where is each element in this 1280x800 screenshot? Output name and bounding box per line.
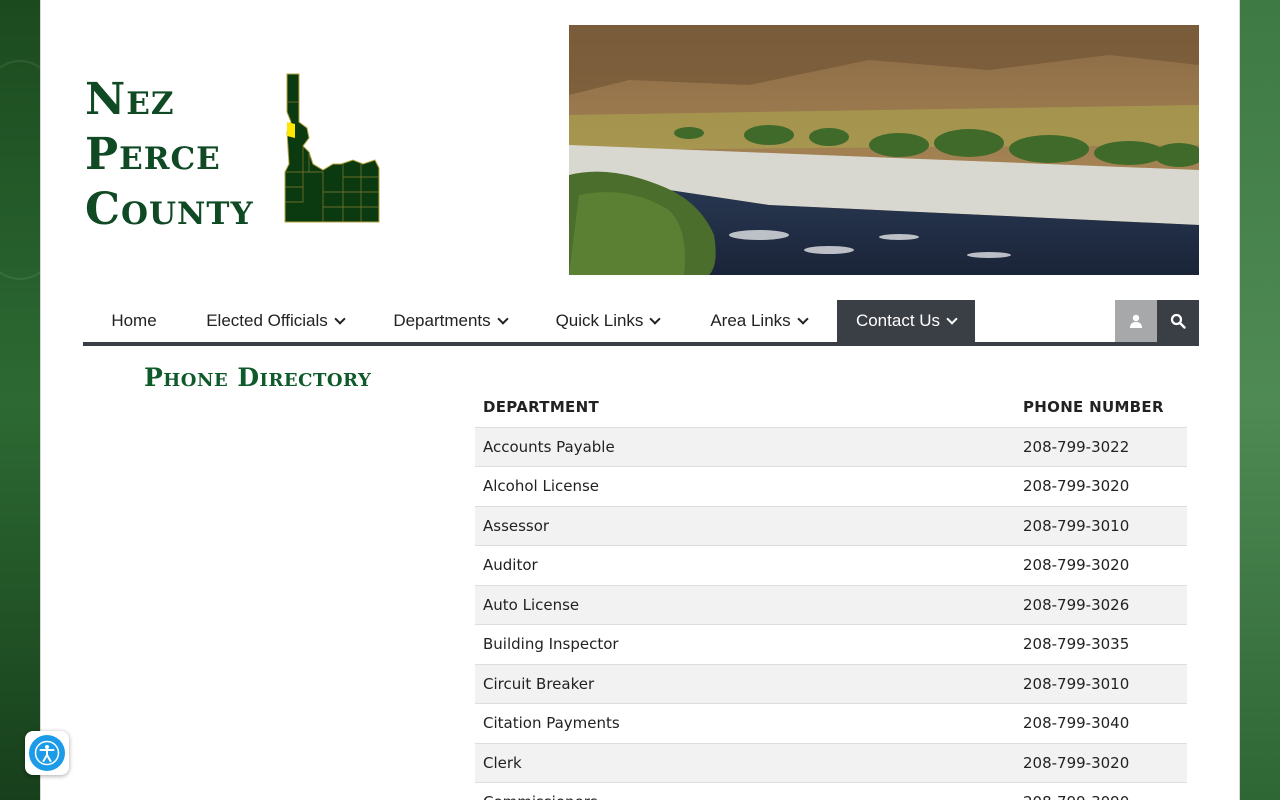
phone-cell: 208-799-3010 — [1015, 664, 1187, 704]
logo-text: Nez Perce County — [85, 72, 254, 237]
phone-cell: 208-799-3020 — [1015, 743, 1187, 783]
department-cell: Commissioners — [475, 782, 1015, 800]
table-row: Auto License 208-799-3026 — [475, 585, 1187, 625]
department-cell: Building Inspector — [475, 624, 1015, 665]
phone-cell: 208-799-3020 — [1015, 466, 1187, 507]
table-row: Circuit Breaker 208-799-3010 — [475, 664, 1187, 704]
logo-line-2: Perce — [85, 129, 221, 180]
chevron-down-icon — [946, 312, 958, 325]
department-cell: Clerk — [475, 743, 1015, 783]
logo-line-3: County — [85, 184, 254, 235]
nav-home[interactable]: Home — [83, 300, 185, 342]
table-row: Accounts Payable 208-799-3022 — [475, 427, 1187, 467]
table-row: Alcohol License 208-799-3020 — [475, 466, 1187, 507]
county-logo[interactable]: Nez Perce County — [85, 72, 385, 235]
table-row: Clerk 208-799-3020 — [475, 743, 1187, 783]
nav-home-label: Home — [111, 311, 157, 330]
login-button[interactable] — [1115, 300, 1157, 342]
nav-area-links-label: Area Links — [710, 311, 791, 330]
department-cell: Circuit Breaker — [475, 664, 1015, 704]
phone-cell: 208-799-3040 — [1015, 703, 1187, 744]
chevron-down-icon — [496, 312, 509, 325]
table-header-row: DEPARTMENT PHONE NUMBER — [475, 388, 1187, 428]
phone-cell: 208-799-3020 — [1015, 545, 1187, 586]
background-right — [1240, 0, 1280, 800]
column-header-department: DEPARTMENT — [475, 388, 1015, 428]
chevron-down-icon — [649, 312, 662, 325]
phone-cell: 208-799-3026 — [1015, 585, 1187, 625]
nav-departments-label: Departments — [393, 311, 491, 330]
accessibility-icon — [29, 735, 65, 771]
phone-directory-table: DEPARTMENT PHONE NUMBER Accounts Payable… — [475, 388, 1187, 800]
department-cell: Auditor — [475, 545, 1015, 586]
nav-elected-officials[interactable]: Elected Officials — [185, 300, 365, 342]
column-header-phone: PHONE NUMBER — [1015, 388, 1187, 428]
department-cell: Alcohol License — [475, 466, 1015, 507]
department-cell: Auto License — [475, 585, 1015, 625]
table-row: Commissioners 208-799-3090 — [475, 782, 1187, 800]
phone-cell: 208-799-3022 — [1015, 427, 1187, 467]
nav-quick-links[interactable]: Quick Links — [535, 300, 680, 342]
chevron-down-icon — [796, 312, 809, 325]
chevron-down-icon — [334, 312, 346, 325]
phone-cell: 208-799-3035 — [1015, 624, 1187, 665]
table-row: Auditor 208-799-3020 — [475, 545, 1187, 586]
department-cell: Accounts Payable — [475, 427, 1015, 467]
phone-cell: 208-799-3010 — [1015, 506, 1187, 546]
nav-quick-links-label: Quick Links — [555, 311, 644, 330]
nav-area-links[interactable]: Area Links — [680, 300, 837, 342]
search-button[interactable] — [1157, 300, 1199, 342]
hero-river-image — [569, 25, 1199, 275]
nav-contact-us-label: Contact Us — [855, 311, 941, 330]
department-cell: Assessor — [475, 506, 1015, 546]
logo-line-1: Nez — [85, 74, 175, 125]
nav-departments[interactable]: Departments — [365, 300, 535, 342]
idaho-map-icon — [284, 73, 380, 223]
search-icon — [1170, 313, 1186, 329]
table-row: Building Inspector 208-799-3035 — [475, 624, 1187, 665]
accessibility-button[interactable] — [25, 731, 69, 775]
background-left — [0, 0, 80, 800]
page-container: Nez Perce County Home Elected Officials … — [40, 0, 1240, 800]
main-nav: Home Elected Officials Departments Quick… — [83, 300, 1199, 346]
nav-elected-officials-label: Elected Officials — [206, 311, 328, 330]
user-icon — [1130, 314, 1142, 328]
nav-contact-us[interactable]: Contact Us — [837, 300, 975, 342]
table-row: Assessor 208-799-3010 — [475, 506, 1187, 546]
phone-cell: 208-799-3090 — [1015, 782, 1187, 800]
department-cell: Citation Payments — [475, 703, 1015, 744]
table-row: Citation Payments 208-799-3040 — [475, 703, 1187, 744]
page-title: Phone Directory — [144, 363, 372, 392]
